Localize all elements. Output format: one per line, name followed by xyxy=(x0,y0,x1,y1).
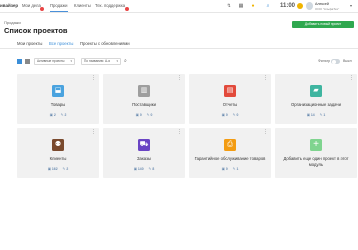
card-stat-tasks: 140 xyxy=(137,167,144,171)
nav-tab-support[interactable]: Тех. поддержка xyxy=(95,3,125,8)
chevron-down-icon[interactable]: ▾ xyxy=(350,3,352,8)
bag-icon: ⬓ xyxy=(52,85,64,97)
breadcrumb[interactable]: Продажи xyxy=(4,20,21,25)
card-menu-icon[interactable]: ⋮ xyxy=(177,130,182,135)
nav-tab-clients[interactable]: Клиенты xyxy=(74,3,91,8)
page-title: Список проектов xyxy=(4,26,68,35)
tiles-view-icon[interactable] xyxy=(17,59,22,64)
nav-badge-my-tasks xyxy=(40,7,44,11)
project-card-org-tasks[interactable]: ⋮ ▰ Организационные задачи ▣ 14 ✎ 1 xyxy=(275,74,357,124)
user-avatar[interactable] xyxy=(306,2,313,10)
project-card-suppliers[interactable]: ⋮ ▥ Поставщики ▣ 0 ✎ 0 xyxy=(103,74,185,124)
notification-icon[interactable]: ● xyxy=(250,3,256,9)
card-stat-tasks: 14 xyxy=(310,113,315,117)
tab-my-projects[interactable]: Мои проекты xyxy=(17,41,42,46)
project-card-clients[interactable]: ⋮ ⚉ Клиенты ▣ 162 ✎ 2 xyxy=(17,128,99,178)
status-select[interactable]: Активные проекты ▾ xyxy=(34,58,75,65)
status-select-value: Активные проекты xyxy=(37,59,65,63)
brand-logo[interactable]: ивайзер xyxy=(0,3,18,8)
nav-tab-my-tasks[interactable]: Мои дела xyxy=(22,3,41,8)
nav-tab-sales[interactable]: Продажи xyxy=(50,3,68,12)
tab-all-projects[interactable]: Все проекты xyxy=(49,41,73,46)
card-stat-updates: 2 xyxy=(64,113,67,117)
project-card-orders[interactable]: ⋮ ⛟ Заказы ▣ 140 ✎ 8 xyxy=(103,128,185,178)
filter-toggle[interactable] xyxy=(331,59,340,64)
card-menu-icon[interactable]: ⋮ xyxy=(349,76,354,81)
plus-icon: + xyxy=(310,139,322,151)
chevron-down-icon: ▾ xyxy=(70,59,72,63)
building-icon: ▥ xyxy=(138,85,150,97)
clock-time: 11:00 xyxy=(280,2,296,9)
card-menu-icon[interactable]: ⋮ xyxy=(91,76,96,81)
card-stat-tasks: 0 xyxy=(225,113,228,117)
user-name[interactable]: Алексей xyxy=(315,2,329,6)
card-stat-updates: 1 xyxy=(236,167,239,171)
card-title: Гарантийное обслуживание товаров xyxy=(194,156,266,161)
toggle-knob xyxy=(331,59,336,64)
briefcase-icon: ▰ xyxy=(310,85,322,97)
card-stats: ▣ 14 ✎ 1 xyxy=(306,113,326,117)
card-title: Товары xyxy=(50,102,66,107)
card-title: Заказы xyxy=(137,156,151,161)
tabs-divider xyxy=(0,48,358,49)
card-stat-updates: 0 xyxy=(150,113,153,117)
card-stat-tasks: 162 xyxy=(51,167,58,171)
card-stat-tasks: 0 xyxy=(139,113,142,117)
search-icon[interactable]: ⌕ xyxy=(265,3,271,9)
people-icon: ⚉ xyxy=(52,139,64,151)
report-icon: ▤ xyxy=(224,85,236,97)
card-stats: ▣ 0 ✎ 0 xyxy=(221,113,239,117)
card-stats: ▣ 0 ✎ 0 xyxy=(135,113,153,117)
cart-icon: ⛟ xyxy=(138,139,150,151)
status-indicator-icon xyxy=(297,3,303,9)
project-card-goods[interactable]: ⋮ ⬓ Товары ▣ 2 ✎ 2 xyxy=(17,74,99,124)
add-project-button[interactable]: Добавить новый проект xyxy=(292,21,354,28)
sort-select-value: По названию: А-я xyxy=(84,59,110,63)
add-project-card-title: Добавить еще один проект в этот модуль xyxy=(283,156,349,167)
nav-badge-support xyxy=(125,7,129,11)
card-title: Отчеты xyxy=(222,102,238,107)
card-stat-updates: 2 xyxy=(66,167,69,171)
card-stat-updates: 8 xyxy=(152,167,155,171)
card-title: Клиенты xyxy=(49,156,67,161)
card-menu-icon[interactable]: ⋮ xyxy=(177,76,182,81)
card-stat-updates: 0 xyxy=(236,113,239,117)
chevron-down-icon: ▾ xyxy=(116,59,118,63)
project-card-warranty[interactable]: ⋮ ⎙ Гарантийное обслуживание товаров ▣ 0… xyxy=(189,128,271,178)
list-view-icon[interactable] xyxy=(25,59,30,64)
card-stats: ▣ 0 ✎ 1 xyxy=(221,167,239,171)
card-stat-updates: 1 xyxy=(323,113,326,117)
card-menu-icon[interactable]: ⋮ xyxy=(91,130,96,135)
card-title: Поставщики xyxy=(132,102,156,107)
top-navbar: ивайзер Мои дела Продажи Клиенты Тех. по… xyxy=(0,0,358,13)
grid-icon[interactable]: ▦ xyxy=(238,3,244,9)
sort-select[interactable]: По названию: А-я ▾ xyxy=(81,58,121,65)
card-menu-icon[interactable]: ⋮ xyxy=(263,130,268,135)
card-stat-tasks: 0 xyxy=(225,167,228,171)
toggle-label: Выкл xyxy=(343,59,352,63)
card-stats: ▣ 140 ✎ 8 xyxy=(133,167,155,171)
card-menu-icon[interactable]: ⋮ xyxy=(263,76,268,81)
card-stats: ▣ 162 ✎ 2 xyxy=(47,167,69,171)
filter-label: Фильтр xyxy=(318,59,331,63)
add-project-card[interactable]: + Добавить еще один проект в этот модуль xyxy=(275,128,357,178)
card-title: Организационные задачи xyxy=(291,102,341,107)
card-stats: ▣ 2 ✎ 2 xyxy=(49,113,67,117)
user-company: ООО "АльфаТех" xyxy=(315,6,340,11)
printer-icon: ⎙ xyxy=(224,139,236,151)
card-stat-tasks: 2 xyxy=(53,113,56,117)
search-icon[interactable]: ⌕ xyxy=(124,58,127,64)
project-card-reports[interactable]: ⋮ ▤ Отчеты ▣ 0 ✎ 0 xyxy=(189,74,271,124)
tab-updated-projects[interactable]: Проекты с обновлениями xyxy=(80,41,130,46)
activity-icon[interactable]: ↯ xyxy=(226,3,232,9)
